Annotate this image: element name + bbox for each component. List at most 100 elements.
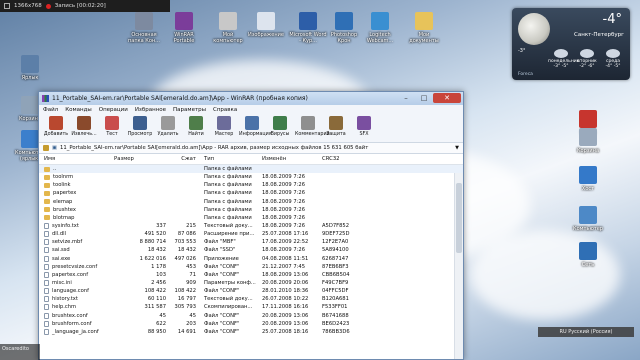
file-icon xyxy=(44,320,49,327)
shortcut-icon xyxy=(135,12,153,30)
maximize-button[interactable]: □ xyxy=(415,93,433,103)
menu-item[interactable]: Параметры xyxy=(173,107,206,113)
desktop-icon[interactable]: Ярлык xyxy=(10,55,50,81)
file-crc: 04FFC5DF xyxy=(322,288,349,295)
table-row[interactable]: toolink Папка с файлами 18.08.2009 7:26 xyxy=(39,181,463,189)
toolbar-button[interactable]: Комментарий xyxy=(295,114,330,137)
table-row[interactable]: brushtex Папка с файлами 18.08.2009 7:26 xyxy=(39,206,463,214)
menu-item[interactable]: Избранное xyxy=(135,107,166,113)
file-packed: 305 793 xyxy=(174,304,196,311)
file-icon xyxy=(44,223,49,230)
column-modified[interactable]: Изменён xyxy=(260,156,320,162)
desktop-icon[interactable]: Хост xyxy=(568,166,608,192)
toolbar-button-label: Мастер xyxy=(214,132,234,137)
table-row[interactable]: setvize.mbf 8 880 714 703 553 Файл "MBF" 17.… xyxy=(39,238,463,246)
file-size: 18 432 xyxy=(147,247,166,254)
desktop-icon[interactable]: Основная папка Кон... xyxy=(124,12,164,44)
table-row[interactable]: brushtex.conf 45 45 Файл "CONF" 20.08.2009 1… xyxy=(39,312,463,320)
close-button[interactable]: ✕ xyxy=(433,93,461,103)
table-row[interactable]: dll.dll 491 520 87 086 Расширение при... 25.… xyxy=(39,230,463,238)
table-row[interactable]: sai.exe 1 622 016 497 026 Приложение 04.08.2… xyxy=(39,255,463,263)
toolbar-button[interactable]: Извлечь... xyxy=(71,114,97,137)
language-indicator[interactable]: RU Русский (Россия) xyxy=(538,327,634,337)
vertical-scrollbar[interactable] xyxy=(454,173,463,359)
file-packed: 16 797 xyxy=(177,296,196,303)
table-row[interactable]: presetcvsize.conf 1 178 453 Файл "CONF" 21.1… xyxy=(39,263,463,271)
table-row[interactable]: sai.ssd 18 432 18 432 Файл "SSD" 18.08.2009 … xyxy=(39,246,463,254)
table-row[interactable]: help.chm 311 587 305 793 Скомпилирован... 17… xyxy=(39,303,463,311)
file-crc: 5A894100 xyxy=(322,247,349,254)
desktop-icon[interactable]: Мои документы xyxy=(404,12,444,44)
file-icon xyxy=(44,328,49,335)
up-folder-icon[interactable] xyxy=(43,145,49,151)
desktop-icon[interactable]: Корзина xyxy=(568,128,608,154)
folder-icon xyxy=(44,174,50,180)
toolbar-button[interactable]: Добавить xyxy=(43,114,69,137)
column-type[interactable]: Тип xyxy=(200,156,260,162)
menu-item[interactable]: Файл xyxy=(43,107,58,113)
file-modified: 18.08.2009 13:06 xyxy=(262,271,309,278)
toolbar-button[interactable]: Просмотр xyxy=(127,114,153,137)
file-modified: 28.01.2010 18:36 xyxy=(262,288,309,295)
file-size: 2 456 xyxy=(151,280,166,287)
file-type: Папка с файлами xyxy=(204,206,252,213)
table-row[interactable]: toolnrm Папка с файлами 18.08.2009 7:26 xyxy=(39,173,463,181)
desktop-icon[interactable]: Компьютер xyxy=(568,206,608,232)
column-packed[interactable]: Сжат xyxy=(170,156,200,162)
file-modified: 17.11.2008 16:16 xyxy=(262,304,309,311)
file-name: toolnrm xyxy=(53,174,74,181)
table-row[interactable]: language.conf 108 422 108 422 Файл "CONF" 28… xyxy=(39,287,463,295)
table-row[interactable]: .. Папка с файлами xyxy=(39,165,463,174)
menu-item[interactable]: Команды xyxy=(65,107,92,113)
toolbar-button[interactable]: Вирусы xyxy=(267,114,293,137)
desktop-icon[interactable]: Сеть xyxy=(568,242,608,268)
desktop-icon[interactable]: WinRAR Portable xyxy=(164,12,204,44)
file-name: setvize.mbf xyxy=(52,239,83,246)
table-row[interactable]: history.txt 60 110 16 797 Текстовый доку...… xyxy=(39,295,463,303)
toolbar-button[interactable]: Информация xyxy=(239,114,272,137)
toolbar-button-label: Тест xyxy=(106,132,118,137)
menu-item[interactable]: Операции xyxy=(99,107,128,113)
weather-gadget[interactable]: -4° Санкт-Петербург -3° понедельник -3° … xyxy=(512,8,630,80)
desktop-icon[interactable]: Photoshop Крон xyxy=(324,12,364,44)
toolbar-button[interactable]: Найти xyxy=(183,114,209,137)
file-name: sai.exe xyxy=(52,255,71,262)
toolbar-button[interactable]: Тест xyxy=(99,114,125,137)
toolbar-button[interactable]: Удалить xyxy=(155,114,181,137)
table-row[interactable]: sysinfo.txt 337 215 Текстовый доку... 18.08.… xyxy=(39,222,463,230)
table-row[interactable]: brushform.conf 622 203 Файл "CONF" 20.08.200… xyxy=(39,320,463,328)
chevron-down-icon[interactable]: ▼ xyxy=(455,145,459,151)
minimize-button[interactable]: – xyxy=(397,93,415,103)
toolbar-button-label: Добавить xyxy=(43,132,69,137)
desktop-icon-label: Microsoft Word - Кур... xyxy=(289,32,327,44)
toolbar-button[interactable]: Защита xyxy=(323,114,349,137)
file-name-cell: misc.ini xyxy=(39,280,114,287)
scrollbar-thumb[interactable] xyxy=(456,183,462,253)
desktop-icon[interactable]: Logitech Webcam... xyxy=(360,12,400,44)
column-crc[interactable]: CRC32 xyxy=(320,156,366,162)
table-row[interactable]: _language_ja.conf 88 950 14 691 Файл "CONF"… xyxy=(39,328,463,336)
table-row[interactable]: papertex.conf 103 71 Файл "CONF" 18.08.2009 … xyxy=(39,271,463,279)
desktop-icon[interactable]: Мой компьютер xyxy=(208,12,248,44)
winrar-window[interactable]: 11_Portable_SAI-em.rar\Portable SAI[emer… xyxy=(38,91,464,360)
taskbar-preview[interactable]: Oscaredito xyxy=(0,344,40,360)
column-name[interactable]: Имя xyxy=(39,156,114,162)
table-row[interactable]: blotmap Папка с файлами 18.08.2009 7:26 xyxy=(39,214,463,222)
window-titlebar[interactable]: 11_Portable_SAI-em.rar\Portable SAI[emer… xyxy=(39,92,463,105)
file-name-cell: brushtex xyxy=(39,207,114,213)
table-row[interactable]: papertex Папка с файлами 18.08.2009 7:26 xyxy=(39,189,463,197)
table-row[interactable]: misc.ini 2 456 909 Параметры конф... 20.08.2… xyxy=(39,279,463,287)
toolbar-button[interactable]: SFX xyxy=(351,114,377,137)
file-modified: 26.07.2008 10:22 xyxy=(262,296,309,303)
desktop-icon[interactable]: Изображение xyxy=(246,12,286,38)
desktop-icon[interactable]: Microsoft Word - Кур... xyxy=(288,12,328,44)
weather-source: Foreca xyxy=(518,72,533,77)
file-name-cell: blotmap xyxy=(39,215,114,221)
menu-item[interactable]: Справка xyxy=(213,107,237,113)
table-row[interactable]: elemap Папка с файлами 18.08.2009 7:26 xyxy=(39,198,463,206)
toolbar-button[interactable]: Мастер xyxy=(211,114,237,137)
file-name: presetcvsize.conf xyxy=(52,263,98,270)
shortcut-icon xyxy=(21,96,39,114)
column-size[interactable]: Размер xyxy=(114,156,170,162)
recorder-window-icon[interactable] xyxy=(4,3,10,9)
